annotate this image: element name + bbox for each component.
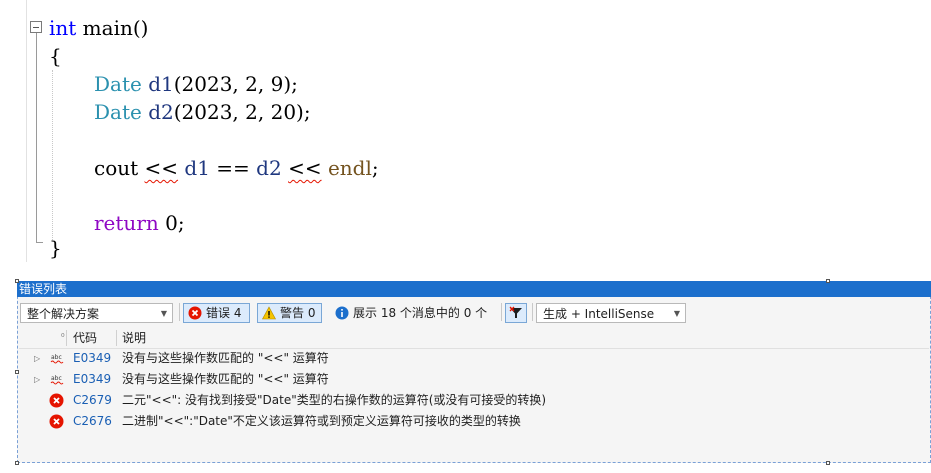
errors-filter-button[interactable]: 错误 4 [183, 303, 250, 323]
semicolon: ; [371, 156, 379, 180]
error-icon [188, 306, 202, 320]
table-row[interactable]: ▷ abc E0349 没有与这些操作数匹配的 "<<" 运算符 [19, 348, 929, 369]
resize-handle[interactable] [15, 370, 19, 374]
variable-name: d1 [184, 156, 210, 180]
error-list-toolbar: 整个解决方案 ▼ 错误 4 警告 0 展示 18 个消息中的 0 个 生成 + … [19, 301, 929, 325]
messages-filter-label: 展示 18 个消息中的 0 个 [353, 306, 488, 320]
code-line-7[interactable]: } [49, 236, 62, 260]
table-row[interactable]: C2679 二元"<<": 没有找到接受"Date"类型的右操作数的运算符(或没… [19, 390, 929, 411]
build-source-dropdown[interactable]: 生成 + IntelliSense ▼ [536, 303, 686, 323]
fold-line [36, 33, 37, 243]
error-icon [49, 393, 64, 408]
table-row[interactable]: ▷ abc E0349 没有与这些操作数匹配的 "<<" 运算符 [19, 369, 929, 390]
variable-name: d2 [148, 100, 174, 124]
error-description: 没有与这些操作数匹配的 "<<" 运算符 [122, 372, 329, 386]
error-description: 二元"<<": 没有找到接受"Date"类型的右操作数的运算符(或没有可接受的转… [122, 393, 547, 407]
error-squiggle-operator[interactable]: << [145, 156, 179, 180]
warnings-filter-button[interactable]: 警告 0 [257, 303, 322, 323]
code-editor[interactable]: int main() { Date d1(2023, 2, 9); Date d… [0, 0, 931, 270]
code-line-6[interactable]: return 0; [94, 211, 185, 235]
error-list-header: ⁰ 代码 说明 [19, 328, 929, 349]
code-line-5[interactable]: cout << d1 == d2 << endl; [94, 156, 379, 180]
warning-icon [262, 306, 276, 320]
keyword-return: return [94, 211, 159, 235]
error-description: 没有与这些操作数匹配的 "<<" 运算符 [122, 351, 329, 365]
sort-indicator-icon: ⁰ [61, 333, 65, 343]
scope-dropdown[interactable]: 整个解决方案 ▼ [20, 303, 173, 323]
resize-handle[interactable] [826, 461, 830, 465]
function-signature: main() [76, 16, 149, 40]
code-line-4[interactable]: Date d2(2023, 2, 20); [94, 100, 311, 124]
table-row[interactable]: C2676 二进制"<<":"Date"不定义该运算符或到预定义运算符可接收的类… [19, 411, 929, 432]
error-code[interactable]: C2679 [73, 390, 112, 411]
chevron-down-icon: ▼ [160, 309, 167, 318]
scope-dropdown-label: 整个解决方案 [27, 307, 100, 321]
error-squiggle-operator[interactable]: << [288, 156, 322, 180]
build-source-label: 生成 + IntelliSense [543, 307, 655, 321]
intellisense-error-icon: abc [50, 354, 64, 364]
indent-guide [52, 70, 53, 240]
resize-handle[interactable] [15, 461, 19, 465]
info-icon [335, 306, 349, 320]
column-separator [66, 330, 67, 346]
column-separator[interactable] [116, 330, 117, 346]
code-line-2[interactable]: { [49, 44, 62, 68]
error-icon [49, 414, 64, 429]
error-list-title[interactable]: 错误列表 [17, 281, 931, 297]
collapse-icon[interactable] [30, 21, 42, 33]
constructor-args: (2023, 2, 9); [173, 72, 298, 96]
fold-end [36, 242, 43, 243]
resize-handle[interactable] [15, 279, 19, 283]
filter-icon [509, 306, 522, 318]
error-code[interactable]: E0349 [73, 369, 111, 390]
toolbar-separator [532, 303, 533, 321]
toolbar-separator [501, 303, 502, 321]
variable-name: d1 [148, 72, 174, 96]
svg-text:abc: abc [51, 375, 62, 382]
expand-arrow-icon[interactable]: ▷ [34, 348, 40, 369]
endl-token: endl [327, 156, 372, 180]
warnings-filter-label: 警告 0 [280, 306, 316, 320]
column-header-description[interactable]: 说明 [122, 328, 146, 348]
expand-arrow-icon[interactable]: ▷ [34, 369, 40, 390]
errors-filter-label: 错误 4 [206, 306, 242, 320]
code-line-3[interactable]: Date d1(2023, 2, 9); [94, 72, 298, 96]
gutter-divider [26, 0, 27, 262]
toolbar-separator [179, 303, 180, 321]
error-code[interactable]: C2676 [73, 411, 112, 432]
keyword-int: int [49, 16, 77, 40]
filter-button[interactable] [505, 303, 527, 323]
type-name: Date [94, 100, 142, 124]
return-value: 0; [158, 211, 185, 235]
intellisense-error-icon: abc [50, 375, 64, 385]
constructor-args: (2023, 2, 20); [173, 100, 311, 124]
code-line-1[interactable]: int main() [49, 16, 148, 40]
svg-text:abc: abc [51, 354, 62, 361]
error-code[interactable]: E0349 [73, 348, 111, 369]
chevron-down-icon: ▼ [673, 309, 680, 318]
resize-handle[interactable] [826, 279, 830, 283]
variable-name: d2 [256, 156, 282, 180]
column-header-code[interactable]: 代码 [73, 328, 97, 348]
type-name: Date [94, 72, 142, 96]
messages-filter-button[interactable]: 展示 18 个消息中的 0 个 [330, 303, 496, 323]
cout-token: cout [94, 156, 139, 180]
equality-operator: == [216, 156, 250, 180]
error-description: 二进制"<<":"Date"不定义该运算符或到预定义运算符可接收的类型的转换 [122, 414, 521, 428]
